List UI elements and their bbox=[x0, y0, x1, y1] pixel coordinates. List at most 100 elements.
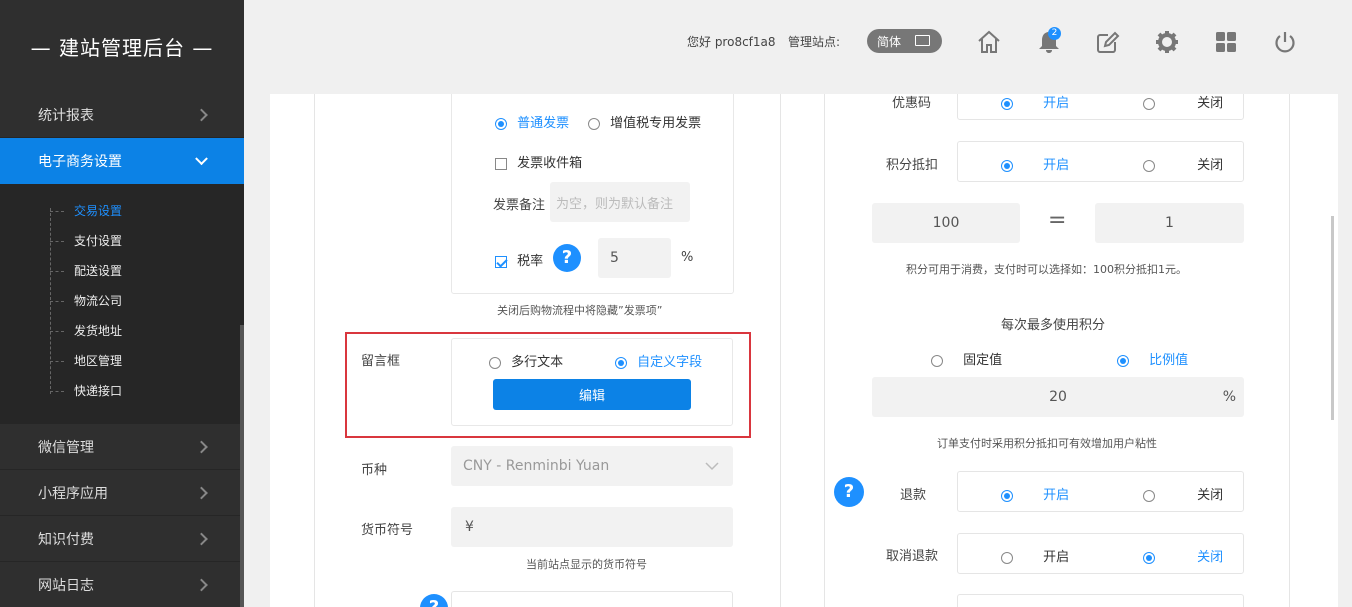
edit-button[interactable]: 编辑 bbox=[493, 379, 691, 410]
coupon-off[interactable]: 关闭 bbox=[1143, 94, 1223, 111]
max-points-input[interactable]: 20 % bbox=[872, 377, 1244, 417]
sidebar-item-logs[interactable]: 网站日志 bbox=[0, 562, 244, 607]
tax-rate-unit: % bbox=[681, 250, 694, 265]
points-ratio-left-input[interactable]: 100 bbox=[872, 203, 1020, 243]
notification-badge: 2 bbox=[1048, 27, 1061, 40]
sidebar-sub-trade[interactable]: 交易设置 bbox=[0, 196, 244, 226]
points-on[interactable]: 开启 bbox=[1001, 154, 1069, 173]
radio-icon bbox=[1001, 489, 1013, 502]
header: 您好 pro8cf1a8 管理站点: 简体 bbox=[244, 0, 1352, 84]
radio-icon bbox=[495, 117, 507, 130]
currency-symbol-input[interactable]: ¥ bbox=[451, 507, 733, 547]
currency-select[interactable]: CNY - Renminbi Yuan bbox=[451, 446, 733, 486]
sidebar-sub-delivery[interactable]: 配送设置 bbox=[0, 256, 244, 286]
sidebar-sub-ship-address[interactable]: 发货地址 bbox=[0, 316, 244, 346]
sidebar-item-wechat[interactable]: 微信管理 bbox=[0, 424, 244, 470]
radio-icon bbox=[1001, 551, 1013, 564]
sidebar-sub-payment[interactable]: 支付设置 bbox=[0, 226, 244, 256]
max-points-title: 每次最多使用积分 bbox=[1001, 318, 1106, 333]
checkbox-icon bbox=[495, 255, 507, 268]
max-ratio-option[interactable]: 比例值 bbox=[1117, 349, 1188, 368]
cancel-refund-off[interactable]: 关闭 bbox=[1143, 546, 1223, 565]
max-points-hint: 订单支付时采用积分抵扣可有效增加用户粘性 bbox=[937, 437, 1157, 450]
app-title: — 建站管理后台 — bbox=[30, 35, 214, 60]
help-icon[interactable]: ? bbox=[834, 477, 864, 507]
sidebar-sub-region[interactable]: 地区管理 bbox=[0, 346, 244, 376]
radio-icon bbox=[489, 356, 501, 369]
radio-label: 开启 bbox=[1043, 550, 1070, 565]
select-value: CNY - Renminbi Yuan bbox=[463, 458, 610, 474]
site-label: 管理站点: bbox=[788, 35, 841, 49]
tax-rate-input[interactable]: 5 bbox=[598, 238, 671, 278]
radio-label: 关闭 bbox=[1197, 96, 1224, 111]
input-value: 100 bbox=[932, 215, 960, 231]
radio-label: 自定义字段 bbox=[637, 355, 703, 370]
content-scrollbar[interactable] bbox=[1331, 216, 1334, 420]
radio-label: 比例值 bbox=[1149, 353, 1189, 368]
message-opt-multiline[interactable]: 多行文本 bbox=[489, 351, 563, 370]
chevron-right-icon bbox=[195, 578, 208, 591]
radio-icon bbox=[1001, 97, 1013, 110]
sidebar-item-miniprogram[interactable]: 小程序应用 bbox=[0, 470, 244, 516]
radio-icon bbox=[1001, 159, 1013, 172]
checkbox-label: 税率 bbox=[517, 254, 544, 269]
refund-on[interactable]: 开启 bbox=[1001, 484, 1069, 503]
apps-icon[interactable] bbox=[1212, 28, 1240, 56]
radio-icon bbox=[931, 354, 943, 367]
refund-off[interactable]: 关闭 bbox=[1143, 484, 1223, 503]
help-icon[interactable]: ? bbox=[553, 244, 581, 272]
radio-icon bbox=[1143, 551, 1155, 564]
tax-rate-checkbox[interactable]: 税率 bbox=[495, 250, 543, 269]
language-button[interactable]: 简体 bbox=[867, 29, 942, 53]
max-fixed-option[interactable]: 固定值 bbox=[931, 349, 1002, 368]
sidebar-item-label: 统计报表 bbox=[38, 107, 94, 124]
cancel-refund-label: 取消退款 bbox=[886, 549, 939, 564]
language-label: 简体 bbox=[877, 34, 902, 49]
radio-label: 关闭 bbox=[1197, 488, 1224, 503]
next-toggle-box bbox=[957, 594, 1244, 607]
currency-symbol-label: 货币符号 bbox=[361, 523, 414, 538]
radio-label: 开启 bbox=[1043, 158, 1070, 173]
equals-sign: = bbox=[1048, 208, 1067, 233]
radio-icon bbox=[1143, 489, 1155, 502]
points-label: 积分抵扣 bbox=[886, 158, 939, 173]
radio-icon bbox=[588, 117, 600, 130]
cancel-refund-on[interactable]: 开启 bbox=[1001, 546, 1069, 565]
power-icon[interactable] bbox=[1271, 28, 1299, 56]
home-icon[interactable] bbox=[975, 28, 1003, 56]
points-off[interactable]: 关闭 bbox=[1143, 154, 1223, 173]
next-field-box bbox=[451, 591, 733, 607]
input-unit: % bbox=[1222, 389, 1236, 405]
sidebar-item-stats[interactable]: 统计报表 bbox=[0, 92, 244, 138]
points-hint: 积分可用于消费，支付时可以选择如：100积分抵扣1元。 bbox=[906, 263, 1187, 276]
input-value: ¥ bbox=[465, 519, 474, 535]
input-value: 5 bbox=[610, 250, 619, 266]
sidebar-item-ecommerce[interactable]: 电子商务设置 bbox=[0, 138, 244, 184]
sidebar-scrollbar[interactable] bbox=[240, 325, 244, 607]
invoice-type-normal[interactable]: 普通发票 bbox=[495, 112, 569, 131]
invoice-inbox-checkbox[interactable]: 发票收件箱 bbox=[495, 152, 582, 171]
main-content: 普通发票 增值税专用发票 发票收件箱 发票备注 为空，则为默认备注 税率 ? 5… bbox=[270, 94, 1338, 607]
sidebar-submenu: 交易设置 支付设置 配送设置 物流公司 发货地址 地区管理 快递接口 bbox=[0, 184, 244, 424]
user-greeting: 您好 pro8cf1a8 bbox=[687, 35, 776, 49]
input-value: 20 bbox=[1049, 389, 1067, 405]
sidebar-item-label: 电子商务设置 bbox=[38, 154, 122, 170]
coupon-label: 优惠码 bbox=[892, 96, 932, 111]
radio-icon bbox=[1143, 159, 1155, 172]
input-placeholder: 为空，则为默认备注 bbox=[556, 196, 674, 212]
gear-icon[interactable] bbox=[1153, 28, 1181, 56]
sidebar-sub-express-api[interactable]: 快递接口 bbox=[0, 376, 244, 406]
invoice-type-vat[interactable]: 增值税专用发票 bbox=[588, 112, 701, 131]
coupon-on[interactable]: 开启 bbox=[1001, 94, 1069, 111]
chevron-down-icon bbox=[705, 462, 719, 471]
message-opt-custom[interactable]: 自定义字段 bbox=[615, 351, 702, 370]
radio-icon bbox=[1143, 97, 1155, 110]
refund-label: 退款 bbox=[900, 488, 927, 503]
edit-icon[interactable] bbox=[1094, 28, 1122, 56]
invoice-note-input[interactable]: 为空，则为默认备注 bbox=[550, 182, 690, 222]
sidebar-item-knowledge[interactable]: 知识付费 bbox=[0, 516, 244, 562]
sidebar: — 建站管理后台 — 统计报表 电子商务设置 交易设置 支付设置 配送设置 物流… bbox=[0, 0, 244, 607]
sidebar-sub-logistics[interactable]: 物流公司 bbox=[0, 286, 244, 316]
chevron-right-icon bbox=[195, 486, 208, 499]
points-ratio-right-input[interactable]: 1 bbox=[1095, 203, 1244, 243]
